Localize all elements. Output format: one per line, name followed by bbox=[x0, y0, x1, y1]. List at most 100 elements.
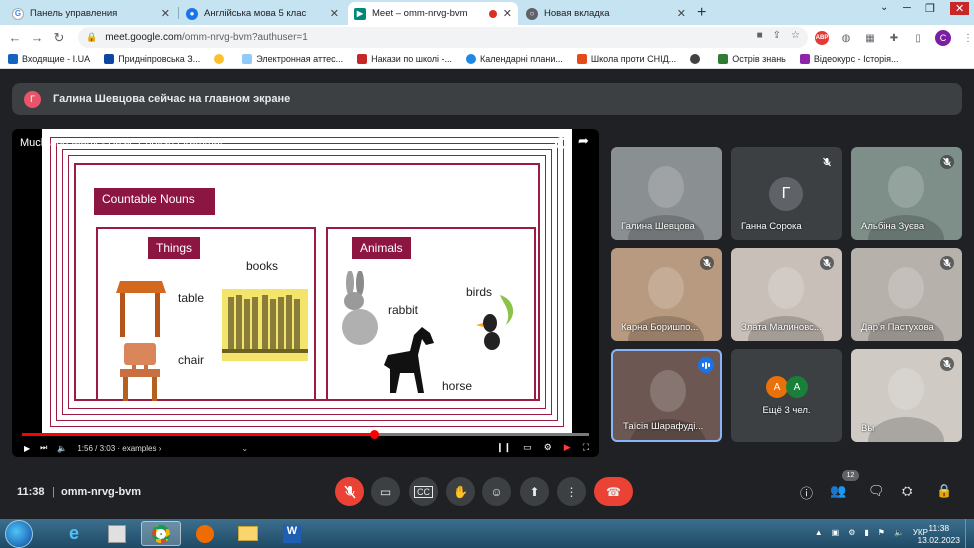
people-icon[interactable]: 👥 bbox=[830, 483, 846, 499]
watch-later-icon[interactable] bbox=[555, 137, 567, 149]
close-icon[interactable]: ✕ bbox=[677, 7, 686, 20]
main-presentation[interactable]: Countable Nouns Things Animals table cha… bbox=[12, 129, 599, 457]
bookmark-school[interactable]: Придніпровська З... bbox=[104, 54, 200, 64]
mic-off-icon bbox=[940, 256, 954, 270]
chrome-taskbar-icon[interactable] bbox=[141, 521, 181, 546]
page-icon bbox=[466, 54, 477, 64]
bookmark-orders[interactable]: Накази по школі -... bbox=[357, 54, 452, 64]
youtube-icon[interactable]: ▶ bbox=[564, 442, 571, 453]
video-scrubber[interactable] bbox=[369, 430, 379, 439]
captions-button[interactable]: CC bbox=[409, 477, 438, 506]
bookmark-d[interactable] bbox=[214, 54, 228, 64]
bookmark-island[interactable]: Острів знань bbox=[718, 54, 786, 64]
bookmark-videocourse[interactable]: Відеокурс - Історія... bbox=[799, 54, 898, 64]
restore-icon[interactable]: ❐ bbox=[925, 2, 935, 15]
subtitles-icon[interactable]: ▭ bbox=[523, 442, 532, 453]
rabbit-image bbox=[342, 271, 378, 345]
participant-name: Таїсія Шарафуді... bbox=[623, 421, 704, 432]
address-bar[interactable]: 🔒 meet.google.com /omm-nrvg-bvm?authuser… bbox=[78, 27, 808, 48]
participant-tile[interactable]: Таїсія Шарафуді... bbox=[611, 349, 722, 442]
leave-call-button[interactable]: ☎ bbox=[594, 477, 633, 506]
participant-tile[interactable]: Альбіна Зуєва bbox=[851, 147, 962, 240]
play-icon[interactable]: ▶ bbox=[24, 444, 30, 453]
activities-icon[interactable]: ⛭ bbox=[902, 483, 912, 499]
globe-icon[interactable]: ◍ bbox=[839, 31, 853, 45]
tab-meet[interactable]: ▶ Meet – omm-nrvg-bvm ✕ bbox=[348, 2, 518, 25]
forward-icon[interactable]: → bbox=[26, 30, 48, 45]
participant-tile[interactable]: Карна Боришпо... bbox=[611, 248, 722, 341]
chat-icon[interactable]: 🗨 bbox=[868, 483, 885, 499]
translate-icon[interactable]: ▦ bbox=[863, 31, 877, 45]
reload-icon[interactable]: ↻ bbox=[48, 30, 70, 46]
settings-icon[interactable]: ⚙ bbox=[544, 442, 552, 453]
present-button[interactable]: ⬆ bbox=[520, 477, 549, 506]
video-progress-bar[interactable] bbox=[22, 430, 589, 439]
more-participants-tile[interactable]: А А Ещё 3 чел. bbox=[731, 349, 842, 442]
extensions-icon[interactable]: ✚ bbox=[887, 31, 901, 45]
back-icon[interactable]: ← bbox=[4, 30, 26, 45]
share-icon[interactable]: ⇪ bbox=[773, 30, 781, 41]
participant-tile[interactable]: Вы bbox=[851, 349, 962, 442]
system-clock[interactable]: 11:38 13.02.2023 bbox=[917, 522, 960, 546]
camera-button[interactable]: ▭ bbox=[371, 477, 400, 506]
close-icon[interactable]: ✕ bbox=[503, 7, 512, 20]
tab-control-panel[interactable]: G Панель управления ✕ bbox=[6, 2, 176, 25]
flag-icon[interactable]: ⚑ bbox=[878, 528, 885, 537]
speaker-icon[interactable]: 🔈 bbox=[894, 528, 904, 537]
adblock-icon[interactable]: ABP bbox=[815, 31, 829, 45]
participant-tile[interactable]: Галина Шевцова bbox=[611, 147, 722, 240]
close-icon[interactable]: ✕ bbox=[161, 7, 170, 20]
start-button[interactable] bbox=[5, 520, 33, 548]
info-icon[interactable]: ⓘ bbox=[800, 483, 813, 502]
reactions-button[interactable]: ☺ bbox=[482, 477, 511, 506]
video-title[interactable]: Much and Many - Basic English Grammar bbox=[20, 137, 224, 149]
bookmark-attestation[interactable]: Электронная аттес... bbox=[242, 54, 343, 64]
profile-avatar[interactable]: C bbox=[935, 30, 951, 46]
volume-icon[interactable]: 🔈 bbox=[57, 444, 67, 453]
network-icon[interactable]: ▮ bbox=[864, 528, 868, 537]
tray-gear-icon[interactable]: ⚙ bbox=[848, 528, 855, 537]
host-controls-icon[interactable]: 🔒 bbox=[936, 483, 952, 499]
things-label: Things bbox=[148, 237, 201, 259]
close-window-icon[interactable]: ✕ bbox=[950, 2, 970, 15]
notes-icon[interactable] bbox=[97, 521, 137, 546]
sidepanel-icon[interactable]: ▯ bbox=[911, 31, 925, 45]
raise-hand-button[interactable]: ✋ bbox=[446, 477, 475, 506]
chevron-down-icon[interactable]: ⌄ bbox=[241, 444, 248, 453]
video-time: 1:56 / 3:03 · examples › bbox=[77, 443, 162, 453]
next-icon[interactable]: ⏭ bbox=[40, 443, 47, 453]
bookmark-globe[interactable] bbox=[690, 54, 704, 64]
participant-tile[interactable]: Г Ганна Сорока bbox=[731, 147, 842, 240]
tab-search-icon[interactable]: ⌄ bbox=[880, 2, 888, 13]
explorer-icon[interactable] bbox=[228, 521, 268, 546]
share-arrow-icon[interactable]: ➦ bbox=[578, 133, 589, 149]
participant-tile[interactable]: Дар'я Пастухова bbox=[851, 248, 962, 341]
tray-chevron-icon[interactable]: ▲ bbox=[815, 528, 823, 537]
url-host: meet.google.com bbox=[105, 32, 182, 43]
menu-icon[interactable]: ⋮ bbox=[961, 31, 974, 45]
show-desktop-button[interactable] bbox=[965, 519, 974, 548]
participant-tile[interactable]: Злата Малиновс... bbox=[731, 248, 842, 341]
mail-icon bbox=[8, 54, 18, 64]
star-icon[interactable]: ☆ bbox=[791, 30, 800, 41]
more-options-button[interactable]: ⋮ bbox=[557, 477, 586, 506]
bookmark-inbox[interactable]: Входящие - I.UA bbox=[8, 54, 90, 64]
bookmark-aids[interactable]: Школа проти СНІД... bbox=[576, 54, 676, 64]
ie-icon[interactable]: e bbox=[54, 521, 94, 546]
tab-new-tab[interactable]: ○ Новая вкладка ✕ bbox=[520, 2, 692, 25]
minimize-icon[interactable]: ─ bbox=[903, 2, 911, 14]
bookmark-calendar[interactable]: Календарні плани... bbox=[466, 54, 563, 64]
word-icon[interactable]: W bbox=[272, 521, 312, 546]
new-tab-button[interactable]: + bbox=[697, 4, 706, 22]
participant-name: Альбіна Зуєва bbox=[861, 221, 925, 232]
globe-icon bbox=[690, 54, 701, 64]
hand-icon: ✋ bbox=[453, 484, 468, 499]
tray-app-icon[interactable]: ▣ bbox=[832, 528, 840, 537]
tab-english-class[interactable]: ● Англійська мова 5 клас ✕ bbox=[180, 2, 345, 25]
microphone-button[interactable] bbox=[335, 477, 364, 506]
avast-icon[interactable] bbox=[185, 521, 225, 546]
pause-toggle-icon[interactable]: ❙❙ bbox=[496, 442, 511, 453]
camera-icon[interactable]: ■ bbox=[757, 30, 763, 41]
fullscreen-icon[interactable]: ⛶ bbox=[583, 442, 589, 453]
close-icon[interactable]: ✕ bbox=[330, 7, 339, 20]
